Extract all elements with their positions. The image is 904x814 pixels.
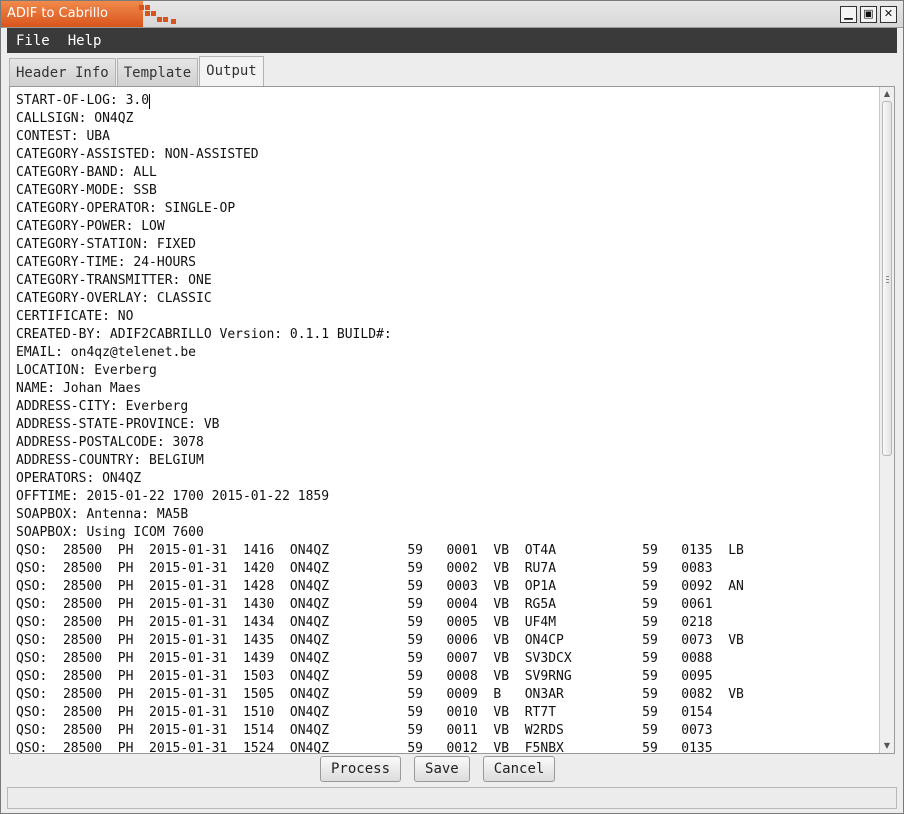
output-line: CATEGORY-POWER: LOW bbox=[16, 219, 165, 234]
menu-file[interactable]: File bbox=[7, 33, 59, 49]
output-line: CATEGORY-OPERATOR: SINGLE-OP bbox=[16, 201, 236, 216]
output-line: START-OF-LOG: 3.0 bbox=[16, 93, 150, 108]
output-line: SOAPBOX: Antenna: MA5B bbox=[16, 507, 189, 522]
output-line: QSO: 28500 PH 2015-01-31 1435 ON4QZ 59 0… bbox=[16, 633, 744, 648]
output-line: QSO: 28500 PH 2015-01-31 1434 ON4QZ 59 0… bbox=[16, 615, 713, 630]
output-text[interactable]: START-OF-LOG: 3.0 CALLSIGN: ON4QZ CONTEST:… bbox=[10, 87, 880, 753]
output-line: QSO: 28500 PH 2015-01-31 1503 ON4QZ 59 0… bbox=[16, 669, 713, 684]
output-line: CERTIFICATE: NO bbox=[16, 309, 134, 324]
output-line: CATEGORY-MODE: SSB bbox=[16, 183, 157, 198]
output-line: QSO: 28500 PH 2015-01-31 1505 ON4QZ 59 0… bbox=[16, 687, 744, 702]
tab-output[interactable]: Output bbox=[199, 56, 264, 87]
output-line: NAME: Johan Maes bbox=[16, 381, 142, 396]
tab-header-info[interactable]: Header Info bbox=[9, 58, 116, 87]
title-bar[interactable]: ADIF to Cabrillo ▁ ▣ ✕ bbox=[1, 1, 903, 28]
output-line: QSO: 28500 PH 2015-01-31 1428 ON4QZ 59 0… bbox=[16, 579, 744, 594]
output-line: ADDRESS-STATE-PROVINCE: VB bbox=[16, 417, 220, 432]
output-line: CATEGORY-TRANSMITTER: ONE bbox=[16, 273, 212, 288]
output-line: QSO: 28500 PH 2015-01-31 1430 ON4QZ 59 0… bbox=[16, 597, 713, 612]
process-button[interactable]: Process bbox=[320, 756, 402, 782]
output-line: CATEGORY-OVERLAY: CLASSIC bbox=[16, 291, 212, 306]
app-window: ADIF to Cabrillo ▁ ▣ ✕ File Help Header … bbox=[0, 0, 904, 814]
output-line: QSO: 28500 PH 2015-01-31 1416 ON4QZ 59 0… bbox=[16, 543, 744, 558]
output-line: CREATED-BY: ADIF2CABRILLO Version: 0.1.1… bbox=[16, 327, 392, 342]
output-line: ADDRESS-POSTALCODE: 3078 bbox=[16, 435, 204, 450]
output-line: QSO: 28500 PH 2015-01-31 1439 ON4QZ 59 0… bbox=[16, 651, 713, 666]
output-line: EMAIL: on4qz@telenet.be bbox=[16, 345, 197, 360]
minimize-icon[interactable]: ▁ bbox=[840, 6, 857, 23]
output-line: CONTEST: UBA bbox=[16, 129, 110, 144]
output-line: CATEGORY-ASSISTED: NON-ASSISTED bbox=[16, 147, 259, 162]
output-line: CALLSIGN: ON4QZ bbox=[16, 111, 134, 126]
menu-help[interactable]: Help bbox=[59, 33, 111, 49]
close-icon[interactable]: ✕ bbox=[880, 6, 897, 23]
output-line: OFFTIME: 2015-01-22 1700 2015-01-22 1859 bbox=[16, 489, 330, 504]
output-line: QSO: 28500 PH 2015-01-31 1420 ON4QZ 59 0… bbox=[16, 561, 713, 576]
output-line: CATEGORY-STATION: FIXED bbox=[16, 237, 197, 252]
action-buttons: Process Save Cancel bbox=[320, 756, 556, 782]
save-button[interactable]: Save bbox=[414, 756, 470, 782]
output-line: OPERATORS: ON4QZ bbox=[16, 471, 142, 486]
window-title: ADIF to Cabrillo bbox=[1, 1, 143, 27]
scroll-up-icon[interactable]: ▲ bbox=[881, 89, 893, 99]
output-line: QSO: 28500 PH 2015-01-31 1514 ON4QZ 59 0… bbox=[16, 723, 713, 738]
output-text-area[interactable]: START-OF-LOG: 3.0 CALLSIGN: ON4QZ CONTEST:… bbox=[9, 86, 895, 754]
output-line: QSO: 28500 PH 2015-01-31 1524 ON4QZ 59 0… bbox=[16, 741, 713, 753]
cancel-button[interactable]: Cancel bbox=[482, 756, 556, 782]
maximize-icon[interactable]: ▣ bbox=[860, 6, 877, 23]
vertical-scrollbar[interactable]: ▲ ▼ bbox=[879, 87, 894, 753]
output-line: CATEGORY-TIME: 24-HOURS bbox=[16, 255, 197, 270]
text-caret bbox=[149, 94, 151, 109]
status-bar bbox=[7, 787, 897, 809]
output-line: LOCATION: Everberg bbox=[16, 363, 157, 378]
output-line: CATEGORY-BAND: ALL bbox=[16, 165, 157, 180]
output-line: ADDRESS-COUNTRY: BELGIUM bbox=[16, 453, 204, 468]
output-line: SOAPBOX: Using ICOM 7600 bbox=[16, 525, 204, 540]
menu-bar: File Help bbox=[7, 28, 897, 53]
scroll-thumb[interactable] bbox=[882, 101, 892, 456]
title-decoration bbox=[139, 5, 183, 27]
tab-template[interactable]: Template bbox=[116, 58, 199, 87]
scroll-down-icon[interactable]: ▼ bbox=[881, 741, 893, 751]
tab-bar: Header Info Template Output bbox=[9, 56, 265, 87]
output-line: QSO: 28500 PH 2015-01-31 1510 ON4QZ 59 0… bbox=[16, 705, 713, 720]
output-line: ADDRESS-CITY: Everberg bbox=[16, 399, 189, 414]
